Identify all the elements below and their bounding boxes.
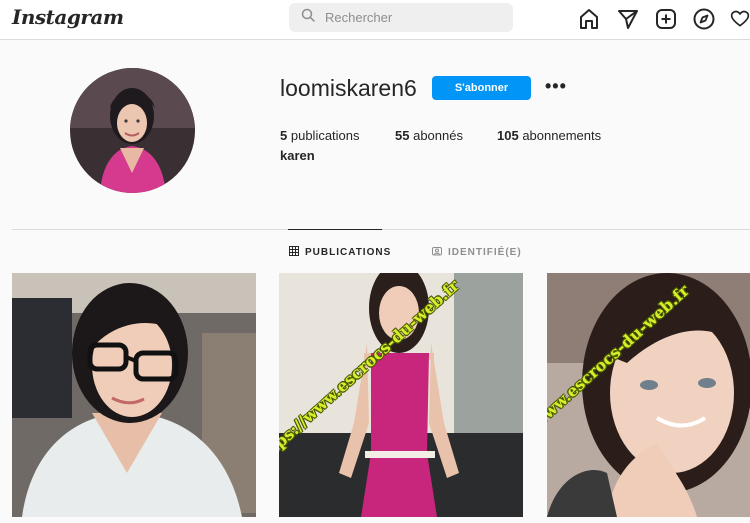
tab-tagged[interactable]: IDENTIFIÉ(E) [432, 246, 522, 259]
search-icon [301, 8, 315, 27]
post-thumbnail[interactable]: https://www.escrocs-du-web.fr [547, 273, 750, 517]
followers-stat[interactable]: 55 abonnés [395, 128, 463, 143]
profile-username: loomiskaren6 [280, 75, 417, 101]
explore-icon[interactable] [692, 7, 716, 36]
grid-icon [289, 246, 299, 259]
followers-count: 55 [395, 128, 410, 143]
heart-icon[interactable] [730, 7, 750, 36]
new-post-icon[interactable] [654, 7, 678, 36]
active-tab-indicator [288, 229, 382, 230]
search-input[interactable] [325, 10, 495, 25]
tagged-icon [432, 246, 442, 259]
profile-full-name: karen [280, 148, 315, 163]
more-options-icon[interactable]: ••• [545, 76, 567, 97]
send-icon[interactable] [616, 7, 640, 36]
post-thumbnail[interactable] [12, 273, 256, 517]
top-navigation-bar: Instagram [0, 0, 750, 40]
tab-publications[interactable]: PUBLICATIONS [289, 246, 391, 259]
follow-button[interactable]: S'abonner [432, 76, 531, 100]
following-stat[interactable]: 105 abonnements [497, 128, 601, 143]
following-label: abonnements [522, 128, 602, 143]
tab-tagged-label: IDENTIFIÉ(E) [448, 247, 522, 258]
posts-count: 5 [280, 128, 288, 143]
tab-publications-label: PUBLICATIONS [305, 247, 392, 258]
post-thumbnail[interactable]: https://www.escrocs-du-web.fr [279, 273, 523, 517]
posts-stat: 5 publications [280, 128, 360, 143]
followers-label: abonnés [413, 128, 463, 143]
following-count: 105 [497, 128, 519, 143]
home-icon[interactable] [577, 7, 601, 36]
posts-label: publications [290, 128, 360, 143]
instagram-logo[interactable]: Instagram [12, 5, 124, 29]
profile-avatar[interactable] [70, 68, 195, 193]
search-box[interactable] [289, 3, 513, 32]
